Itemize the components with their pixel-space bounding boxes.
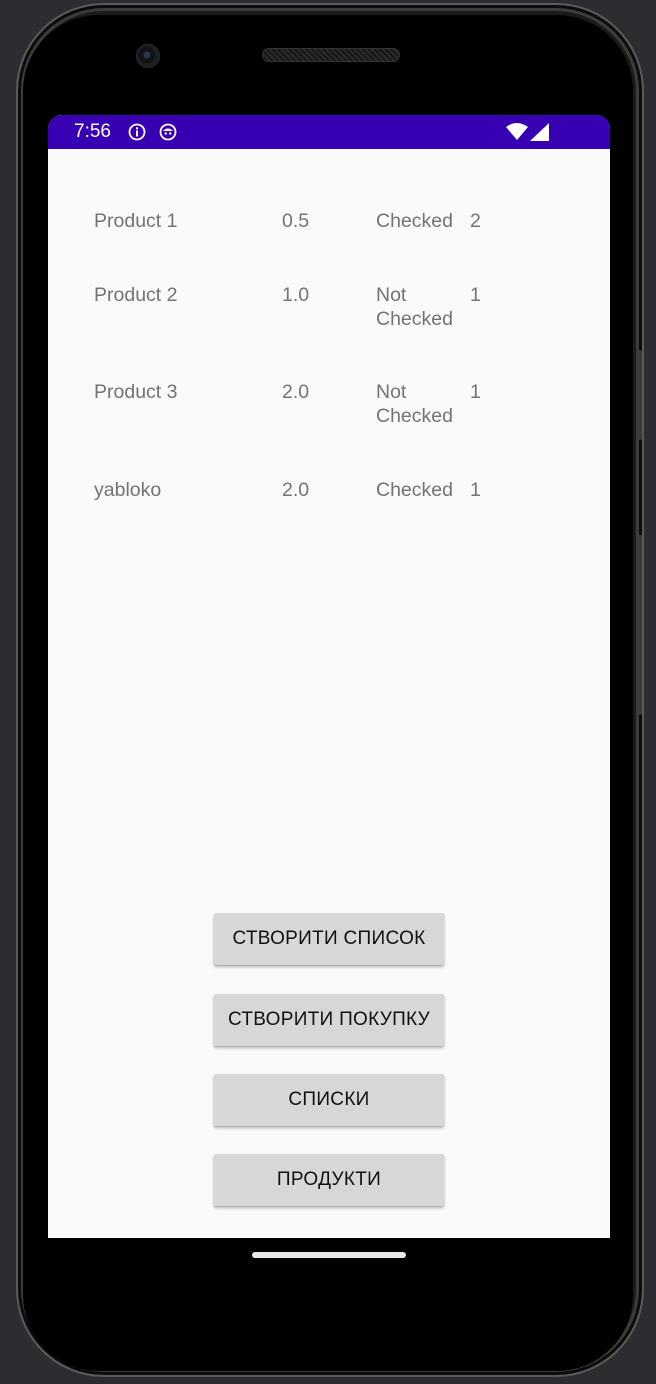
product-name: Product 2 — [94, 284, 178, 306]
product-status: Checked — [376, 210, 453, 232]
product-count: 1 — [470, 284, 481, 306]
product-status: Checked — [376, 479, 453, 501]
wifi-icon — [506, 123, 528, 140]
front-camera-icon — [136, 44, 160, 68]
products-button[interactable]: ПРОДУКТИ — [214, 1154, 444, 1206]
product-status: Not Checked — [376, 284, 453, 330]
lists-button[interactable]: СПИСКИ — [214, 1074, 444, 1126]
bot-icon — [159, 123, 177, 141]
product-status: Not Checked — [376, 381, 453, 427]
app-screen: 7:56 Product 1 0.5 Checked 2 Product 2 1… — [48, 115, 610, 1238]
create-purchase-button[interactable]: СТВОРИТИ ПОКУПКУ — [214, 994, 444, 1046]
product-name: yabloko — [94, 479, 162, 501]
power-button — [636, 535, 642, 715]
product-count: 1 — [470, 381, 481, 403]
earpiece-speaker — [262, 48, 400, 62]
info-icon — [128, 123, 146, 141]
status-time: 7:56 — [74, 121, 111, 142]
status-bar: 7:56 — [48, 115, 610, 149]
product-amount: 0.5 — [282, 210, 310, 232]
product-amount: 2.0 — [282, 479, 310, 501]
signal-icon — [530, 123, 549, 141]
navigation-bar — [48, 1238, 610, 1278]
product-name: Product 1 — [94, 210, 178, 232]
product-amount: 1.0 — [282, 284, 310, 306]
product-name: Product 3 — [94, 381, 178, 403]
product-amount: 2.0 — [282, 381, 310, 403]
emulator-stage: 7:56 Product 1 0.5 Checked 2 Product 2 1… — [0, 0, 656, 1384]
product-count: 2 — [470, 210, 481, 232]
volume-button — [636, 350, 642, 440]
product-count: 1 — [470, 479, 481, 501]
home-gesture-handle[interactable] — [252, 1252, 406, 1258]
create-list-button[interactable]: СТВОРИТИ СПИСОК — [214, 913, 444, 965]
